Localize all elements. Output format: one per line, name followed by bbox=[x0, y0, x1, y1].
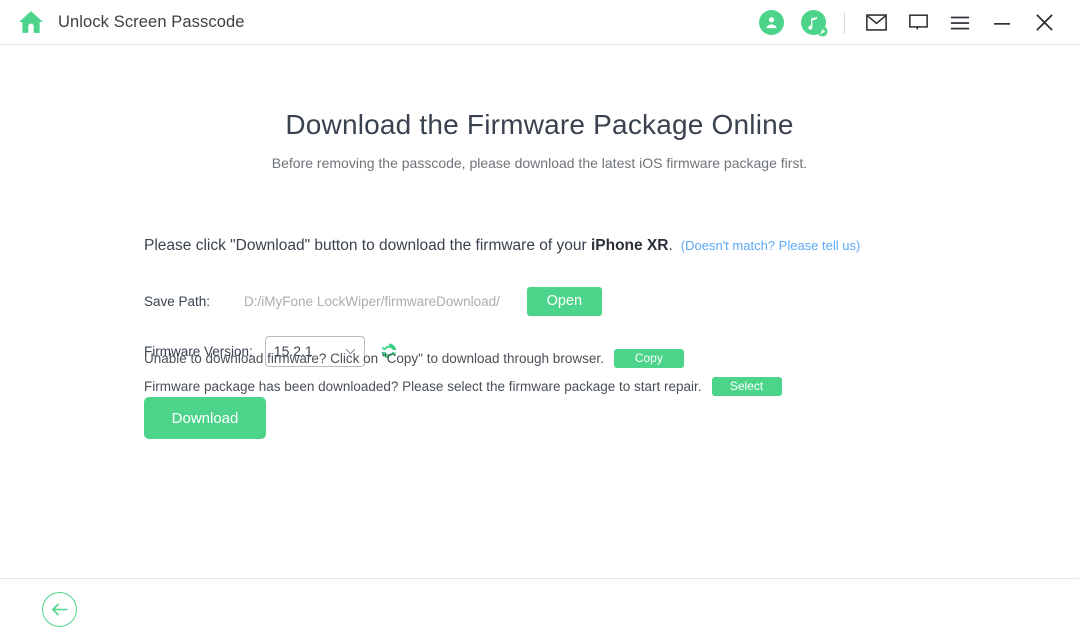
device-mismatch-link[interactable]: (Doesn't match? Please tell us) bbox=[681, 238, 861, 253]
download-panel: Please click "Download" button to downlo… bbox=[144, 237, 944, 439]
open-button[interactable]: Open bbox=[526, 286, 602, 316]
account-avatar bbox=[758, 10, 784, 35]
close-icon[interactable] bbox=[1023, 0, 1065, 45]
titlebar-right bbox=[750, 0, 1065, 45]
music-tools-icon[interactable] bbox=[792, 0, 834, 45]
select-option-row: Firmware package has been downloaded? Pl… bbox=[144, 373, 964, 399]
page-title: Download the Firmware Package Online bbox=[285, 109, 794, 140]
titlebar-divider bbox=[844, 11, 845, 34]
select-button[interactable]: Select bbox=[711, 376, 782, 396]
alternative-options: Unable to download firmware? Click on "C… bbox=[144, 345, 964, 399]
account-circle-icon[interactable] bbox=[750, 0, 792, 45]
arrow-left-icon bbox=[52, 603, 68, 616]
copy-option-text: Unable to download firmware? Click on "C… bbox=[144, 350, 604, 366]
download-button[interactable]: Download bbox=[144, 397, 266, 439]
back-button[interactable] bbox=[42, 592, 77, 627]
minimize-icon[interactable] bbox=[981, 0, 1023, 45]
titlebar: Unlock Screen Passcode bbox=[0, 0, 1079, 45]
feedback-icon[interactable] bbox=[897, 0, 939, 45]
app-title: Unlock Screen Passcode bbox=[58, 12, 245, 31]
home-icon[interactable] bbox=[18, 10, 44, 34]
instruction-prefix: Please click "Download" button to downlo… bbox=[144, 237, 591, 254]
copy-button[interactable]: Copy bbox=[613, 348, 684, 368]
mail-icon[interactable] bbox=[855, 0, 897, 45]
instruction-suffix: . bbox=[668, 237, 673, 254]
footer-bar bbox=[0, 578, 1079, 639]
page-subtitle: Before removing the passcode, please dow… bbox=[271, 155, 808, 171]
hamburger-menu-icon[interactable] bbox=[939, 0, 981, 45]
save-path-label: Save Path: bbox=[144, 293, 211, 309]
copy-option-row: Unable to download firmware? Click on "C… bbox=[144, 345, 964, 371]
instruction-line: Please click "Download" button to downlo… bbox=[144, 237, 944, 255]
save-path-value: D:/iMyFone LockWiper/firmwareDownload/ bbox=[244, 293, 500, 309]
music-tools-badge bbox=[800, 10, 828, 37]
save-path-row: Save Path: D:/iMyFone LockWiper/firmware… bbox=[144, 286, 944, 316]
main-content: Download the Firmware Package Online Bef… bbox=[0, 45, 1079, 578]
select-option-text: Firmware package has been downloaded? Pl… bbox=[144, 378, 702, 394]
device-name: iPhone XR bbox=[590, 237, 669, 254]
titlebar-left: Unlock Screen Passcode bbox=[0, 10, 245, 34]
